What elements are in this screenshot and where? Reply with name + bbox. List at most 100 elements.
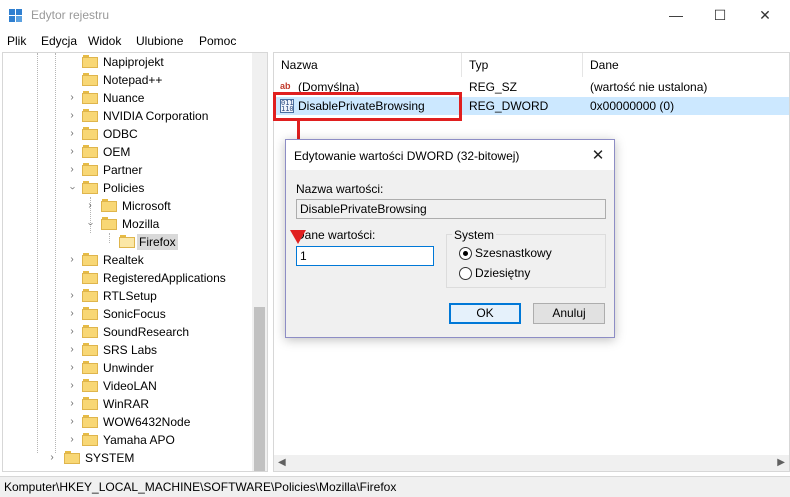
tree-scrollbar[interactable] [252,53,267,471]
chevron-right-icon[interactable]: › [85,200,95,212]
annotation-arrow-head [290,230,306,244]
tree-item[interactable]: › SRS Labs [3,341,253,359]
maximize-button[interactable]: ☐ [697,0,743,31]
tree-item-label: Microsoft [122,199,171,213]
tree-item-label: Realtek [103,253,144,267]
folder-open-icon [119,235,135,248]
chevron-right-icon[interactable]: › [67,164,77,176]
chevron-down-icon[interactable]: › [84,219,96,229]
tree-item-label: NVIDIA Corporation [103,109,209,123]
tree-item[interactable]: › Policies [3,179,253,197]
tree-item[interactable]: › SonicFocus [3,305,253,323]
value-type: REG_SZ [469,80,518,94]
tree-item[interactable]: › Mozilla [3,215,253,233]
tree-item-label: Yamaha APO [103,433,175,447]
chevron-right-icon[interactable]: › [67,362,77,374]
dialog-close-button[interactable]: ✕ [590,146,606,164]
close-button[interactable]: ✕ [742,0,788,31]
folder-icon [82,307,98,320]
registry-tree[interactable]: Napiprojekt Notepad++ › Nuance › NVIDIA … [2,52,268,472]
tree-item[interactable]: › Nuance [3,89,253,107]
tree-item-label: WOW6432Node [103,415,191,429]
tree-item[interactable]: RegisteredApplications [3,269,253,287]
menu-file[interactable]: Plik [7,34,26,48]
radio-hexadecimal[interactable] [459,247,472,260]
minimize-button[interactable]: — [653,0,699,31]
column-header-type[interactable]: Typ [462,53,583,77]
tree-item-label: OEM [103,145,131,159]
tree-item[interactable]: › WinRAR [3,395,253,413]
tree-item[interactable]: › VideoLAN [3,377,253,395]
title-bar: Edytor rejestru — ☐ ✕ [0,0,790,31]
tree-item[interactable]: › Unwinder [3,359,253,377]
chevron-right-icon[interactable]: › [67,92,77,104]
tree-item-label: RegisteredApplications [103,271,226,285]
cancel-button[interactable]: Anuluj [533,303,605,324]
tree-item[interactable]: › Realtek [3,251,253,269]
tree-item[interactable]: › OEM [3,143,253,161]
value-data: 0x00000000 (0) [590,99,675,113]
tree-item[interactable]: › Microsoft [3,197,253,215]
chevron-right-icon[interactable]: › [67,254,77,266]
folder-icon [82,325,98,338]
chevron-right-icon[interactable]: › [67,380,77,392]
folder-icon [82,145,98,158]
value-data-input[interactable]: 1 [296,246,434,266]
chevron-right-icon[interactable]: › [67,146,77,158]
tree-item-label: ODBC [103,127,138,141]
folder-icon [82,379,98,392]
chevron-right-icon[interactable]: › [67,290,77,302]
chevron-down-icon[interactable]: › [66,183,78,193]
folder-icon [101,199,117,212]
tree-item[interactable]: › NVIDIA Corporation [3,107,253,125]
chevron-right-icon[interactable]: › [67,308,77,320]
value-name-field[interactable]: DisablePrivateBrowsing [296,199,606,219]
tree-item[interactable]: › WOW6432Node [3,413,253,431]
folder-icon [82,91,98,104]
tree-item[interactable]: › Partner [3,161,253,179]
ok-button[interactable]: OK [449,303,521,324]
tree-item[interactable]: › SoundResearch [3,323,253,341]
tree-item-selected[interactable]: Firefox [3,233,253,251]
chevron-right-icon[interactable]: › [67,110,77,122]
tree-item[interactable]: › ODBC [3,125,253,143]
status-bar: Komputer\HKEY_LOCAL_MACHINE\SOFTWARE\Pol… [0,476,790,497]
radio-decimal[interactable] [459,267,472,280]
chevron-right-icon[interactable]: › [67,434,77,446]
registry-path: Komputer\HKEY_LOCAL_MACHINE\SOFTWARE\Pol… [4,480,397,494]
folder-icon [82,343,98,356]
menu-help[interactable]: Pomoc [199,34,236,48]
chevron-right-icon[interactable]: › [67,416,77,428]
tree-item-label: VideoLAN [103,379,157,393]
dialog-title-bar: Edytowanie wartości DWORD (32-bitowej) ✕ [286,140,614,170]
scroll-left-icon[interactable]: ◀ [278,457,286,468]
scroll-right-icon[interactable]: ▶ [777,457,785,468]
menu-edit[interactable]: Edycja [41,34,77,48]
column-header-data[interactable]: Dane [583,53,789,77]
chevron-right-icon[interactable]: › [67,326,77,338]
folder-icon [82,55,98,68]
chevron-right-icon[interactable]: › [67,398,77,410]
value-data: (wartość nie ustalona) [590,80,708,94]
column-header-name[interactable]: Nazwa [274,53,462,77]
tree-item[interactable]: Napiprojekt [3,53,253,71]
tree-item-label: WinRAR [103,397,150,411]
tree-item[interactable]: › RTLSetup [3,287,253,305]
list-horizontal-scrollbar[interactable]: ◀ ▶ [274,455,789,471]
radio-hexadecimal-label[interactable]: Szesnastkowy [475,246,552,260]
folder-icon [82,253,98,266]
menu-view[interactable]: Widok [88,34,121,48]
chevron-right-icon[interactable]: › [47,452,57,464]
menu-favorites[interactable]: Ulubione [136,34,183,48]
radio-decimal-label[interactable]: Dziesiętny [475,266,530,280]
tree-item[interactable]: › SYSTEM [3,449,253,467]
tree-item-label: Nuance [103,91,145,105]
folder-icon [82,397,98,410]
chevron-right-icon[interactable]: › [67,128,77,140]
chevron-right-icon[interactable]: › [67,344,77,356]
tree-scrollbar-thumb[interactable] [254,307,265,471]
value-data-label: Dane wartości: [296,228,376,242]
folder-icon [82,361,98,374]
tree-item[interactable]: › Yamaha APO [3,431,253,449]
tree-item[interactable]: Notepad++ [3,71,253,89]
